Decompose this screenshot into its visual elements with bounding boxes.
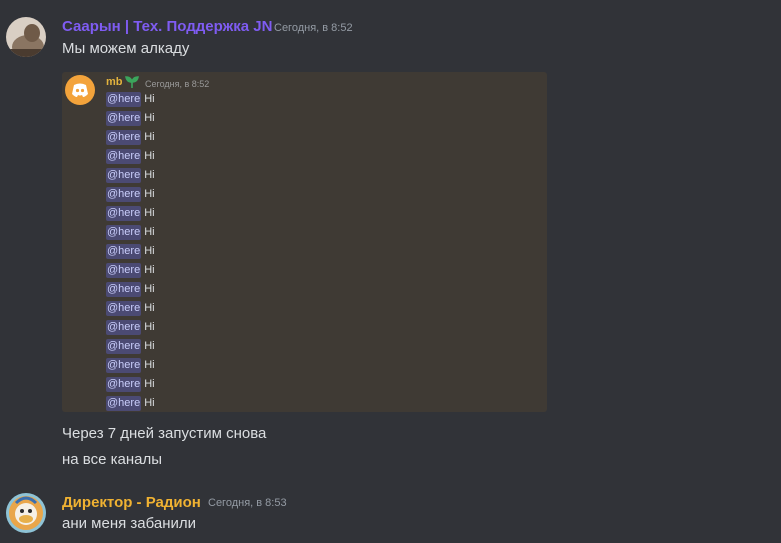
- mention: @here: [106, 377, 142, 392]
- embed-line-text: Hi: [144, 207, 155, 219]
- embed-line-text: Hi: [144, 188, 155, 200]
- embed-line: @here Hi: [106, 301, 155, 317]
- embed-line-text: Hi: [144, 321, 155, 333]
- embed-line-text: Hi: [144, 169, 155, 181]
- embed-line: @here Hi: [106, 339, 155, 355]
- embed-line: @here Hi: [106, 225, 155, 241]
- embed-line: @here Hi: [106, 377, 155, 393]
- embed-line-text: Hi: [144, 359, 155, 371]
- embed-line-text: Hi: [144, 378, 155, 390]
- mention: @here: [106, 206, 142, 221]
- embed-line: @here Hi: [106, 244, 155, 260]
- mention: @here: [106, 225, 142, 240]
- embed-line: @here Hi: [106, 111, 155, 127]
- message-text: Через 7 дней запустим снова: [62, 425, 267, 442]
- embed-line: @here Hi: [106, 396, 155, 412]
- embed-line: @here Hi: [106, 149, 155, 165]
- embed-line: @here Hi: [106, 168, 155, 184]
- message-author[interactable]: Саарын | Тех. Поддержка JN: [62, 18, 272, 35]
- mention: @here: [106, 244, 142, 259]
- embed-line-text: Hi: [144, 150, 155, 162]
- embed-line-text: Hi: [144, 226, 155, 238]
- embed-line: @here Hi: [106, 130, 155, 146]
- embed-line: @here Hi: [106, 206, 155, 222]
- embed-line-text: Hi: [144, 245, 155, 257]
- message-text: Мы можем алкаду: [62, 40, 190, 57]
- embed-line-text: Hi: [144, 264, 155, 276]
- mention: @here: [106, 263, 142, 278]
- embed-line: @here Hi: [106, 320, 155, 336]
- mention: @here: [106, 149, 142, 164]
- embed-line-text: Hi: [144, 93, 155, 105]
- mention: @here: [106, 320, 142, 335]
- mention: @here: [106, 358, 142, 373]
- mention: @here: [106, 92, 142, 107]
- embed-line-text: Hi: [144, 397, 155, 409]
- mention: @here: [106, 339, 142, 354]
- embed-timestamp: Сегодня, в 8:52: [145, 79, 210, 89]
- embed-line-text: Hi: [144, 112, 155, 124]
- avatar[interactable]: [6, 493, 46, 533]
- message-timestamp: Сегодня, в 8:53: [208, 497, 287, 509]
- mention: @here: [106, 187, 142, 202]
- mention: @here: [106, 111, 142, 126]
- embed-line-text: Hi: [144, 302, 155, 314]
- embed-line: @here Hi: [106, 92, 155, 108]
- message-author[interactable]: Директор - Радион: [62, 494, 201, 511]
- embed-line: @here Hi: [106, 282, 155, 298]
- mention: @here: [106, 168, 142, 183]
- embed-line-text: Hi: [144, 340, 155, 352]
- message-text: на все каналы: [62, 451, 162, 468]
- embed-line: @here Hi: [106, 358, 155, 374]
- embed-line-text: Hi: [144, 283, 155, 295]
- embed-author: mb: [106, 76, 123, 88]
- message-text: ани меня забанили: [62, 515, 197, 532]
- discord-logo-icon: [65, 75, 95, 105]
- embed-line: @here Hi: [106, 263, 155, 279]
- mention: @here: [106, 396, 142, 411]
- mention: @here: [106, 282, 142, 297]
- mention: @here: [106, 130, 142, 145]
- message-timestamp: Сегодня, в 8:52: [274, 22, 353, 34]
- embed-line: @here Hi: [106, 187, 155, 203]
- attached-image[interactable]: mb Сегодня, в 8:52 @here Hi @here Hi @here…: [62, 72, 547, 412]
- mention: @here: [106, 301, 142, 316]
- embed-line-text: Hi: [144, 131, 155, 143]
- avatar[interactable]: [6, 17, 46, 57]
